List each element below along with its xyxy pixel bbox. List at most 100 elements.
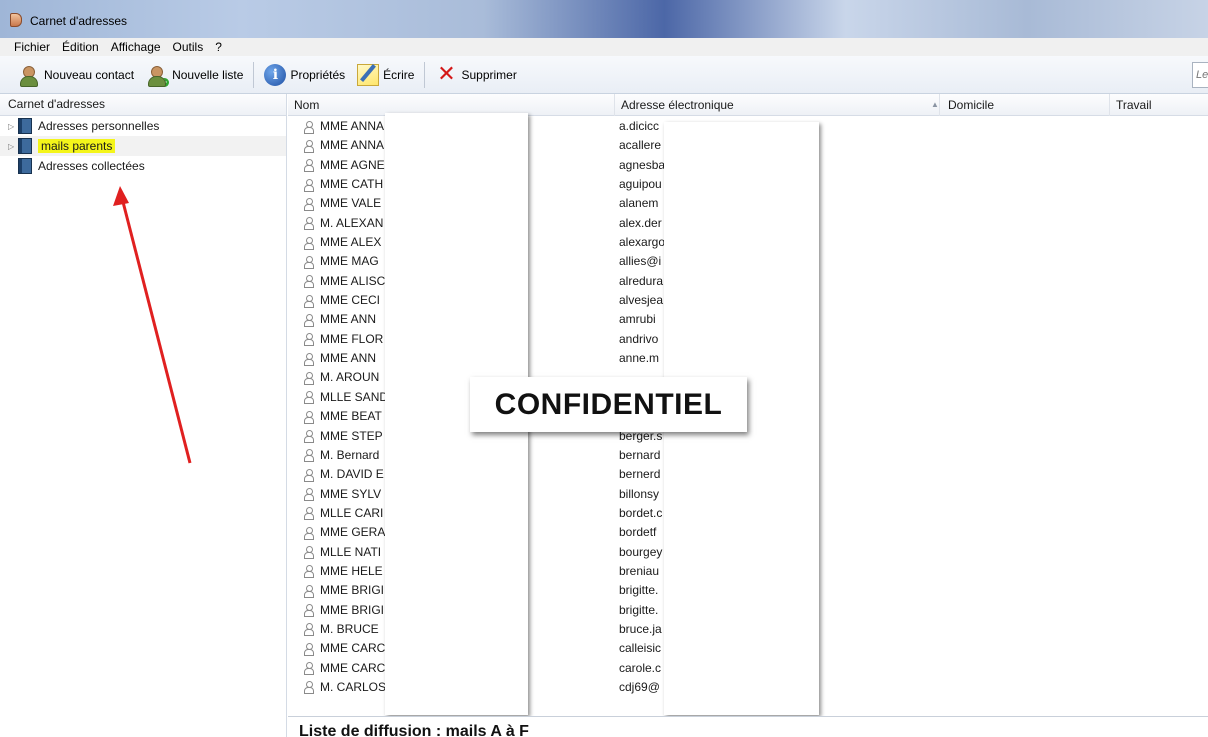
contact-email: breniau [619,563,660,578]
contact-email: bordet.c [619,505,663,520]
contact-name-text: MLLE CARI [320,505,384,520]
contact-name: MME ANN [304,349,394,368]
contact-person-icon [304,584,314,598]
contact-name: MME ALEX [304,233,394,252]
contact-email: amrubi [619,312,656,327]
contact-name: MME CATH [304,175,394,194]
contact-person-icon [304,662,314,676]
new-contact-button[interactable]: Nouveau contact [12,61,140,89]
contact-name: MLLE SAND [304,388,394,407]
contact-name-text: M. ALEXAN [320,215,384,230]
contact-person-icon [304,313,314,327]
contact-person-icon [304,546,314,560]
contact-name-text: MME ANN [320,312,377,327]
expand-arrow-icon[interactable]: ▷ [8,122,18,131]
search-input[interactable]: Le [1192,62,1208,88]
contact-person-icon [304,449,314,463]
write-button[interactable]: Écrire [351,61,420,89]
menu-outils[interactable]: Outils [171,40,206,54]
contact-email: bordetf [619,525,657,540]
contact-name-text: MME ANNA [320,119,385,133]
tree-item-personal[interactable]: ▷ Adresses personnelles [0,116,286,136]
contact-person-icon [304,236,314,250]
menu-help[interactable]: ? [213,40,224,54]
toolbar: Nouveau contact + Nouvelle liste i Propr… [0,56,1208,94]
contact-email: billonsy [619,486,660,501]
contact-name-text: MLLE SAND [320,389,389,404]
new-list-label: Nouvelle liste [172,67,244,82]
contact-email: andrivo [619,331,659,346]
delete-button[interactable]: ✕ Supprimer [429,61,522,89]
contact-name: MME HELE [304,562,394,581]
contact-name-text: MME BEAT [320,409,382,424]
contact-name: M. BRUCE [304,620,394,639]
contact-email: brigitte. [619,583,659,598]
contact-name: MME CARC [304,659,394,678]
contact-person-icon [304,681,314,695]
new-contact-icon [18,64,40,87]
address-book-pane: Carnet d'adresses ▷ Adresses personnelle… [0,94,287,737]
sort-arrow-icon: ▲ [931,100,939,109]
contact-person-icon [304,333,314,347]
contact-name: MME VALE [304,194,394,213]
column-email[interactable]: Adresse électronique [615,94,940,116]
contact-person-icon [304,197,314,211]
contact-name-text: MME AGNE [320,157,385,172]
window-title: Carnet d'adresses [30,14,128,28]
column-home[interactable]: Domicile [940,94,1110,116]
contact-person-icon [304,178,314,192]
contact-name: MME ANN [304,310,394,329]
contact-email: a.dicicc [619,119,660,133]
book-icon [18,158,32,174]
contact-email: alvesjea [619,293,664,308]
new-list-button[interactable]: + Nouvelle liste [140,61,249,89]
delete-x-icon: ✕ [437,61,456,87]
contact-name-text: MME ANN [320,351,377,366]
contact-name: M. Bernard [304,446,394,465]
address-book-pane-header: Carnet d'adresses [0,94,286,116]
contact-person-icon [304,255,314,269]
contact-person-icon [304,120,314,134]
contact-name-text: MME STEP [320,428,383,443]
contact-name: MME CARC [304,639,394,658]
contact-person-icon [304,468,314,482]
contact-email: brigitte. [619,602,659,617]
contact-person-icon [304,391,314,405]
contact-name: MME GERA [304,523,394,542]
expand-arrow-icon[interactable]: ▷ [8,142,18,151]
contact-name-text: M. DAVID E [320,467,384,482]
toolbar-separator [253,61,255,88]
contact-email: alanem [619,196,659,211]
menu-fichier[interactable]: Fichier [12,40,52,54]
contact-email: alexargo [619,235,665,250]
properties-label: Propriétés [290,67,346,82]
contact-email: acallere [619,138,662,153]
contact-person-icon [304,410,314,424]
contact-email: calleisic [619,641,662,656]
tree-item-mails-parents[interactable]: ▷ mails parents [0,136,286,156]
contact-name-text: M. CARLOS [320,679,387,694]
menu-affichage[interactable]: Affichage [109,40,163,54]
new-contact-label: Nouveau contact [44,67,135,82]
contact-name: MME SYLV [304,485,394,504]
tree-item-collected[interactable]: Adresses collectées [0,156,286,176]
contact-name: M. AROUN [304,368,394,387]
contact-person-icon [304,139,314,153]
contact-name-text: MME FLOR [320,331,384,346]
contact-name: MME BRIGI [304,581,394,600]
contact-name: M. CARLOS [304,678,394,697]
contact-name-text: MME ALEX [320,235,382,250]
contact-name-text: MME BRIGI [320,583,385,598]
new-list-icon: + [146,64,170,87]
column-work[interactable]: Travail [1110,94,1208,116]
book-icon [18,138,32,154]
contact-name: MME FLOR [304,330,394,349]
contact-person-icon [304,275,314,289]
contact-name: MME MAG [304,252,394,271]
contact-email: bernard [619,447,661,462]
delete-label: Supprimer [461,67,517,82]
properties-button[interactable]: i Propriétés [258,61,351,89]
menu-edition[interactable]: Édition [60,40,101,54]
contact-name: M. ALEXAN [304,214,394,233]
confidential-stamp: CONFIDENTIEL [470,377,747,432]
